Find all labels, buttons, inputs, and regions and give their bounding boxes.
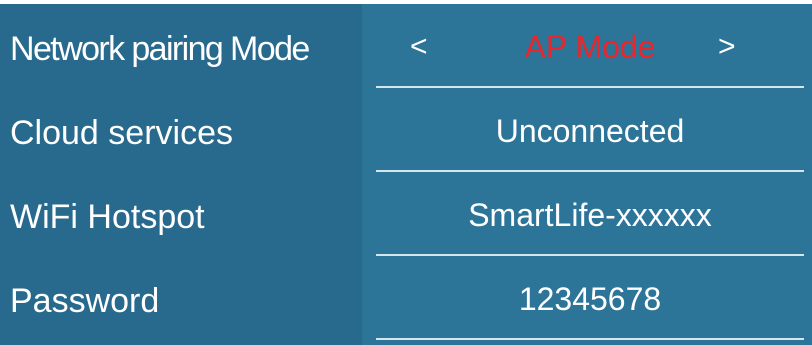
cloud-services-label: Cloud services xyxy=(10,114,233,152)
network-pairing-mode-value: AP Mode xyxy=(524,29,656,65)
network-pairing-mode-selector[interactable]: < AP Mode > xyxy=(376,8,804,88)
cloud-services-status: Unconnected xyxy=(495,113,685,149)
wifi-hotspot-label: WiFi Hotspot xyxy=(10,198,205,236)
password-field: 12345678 xyxy=(376,260,804,340)
network-pairing-mode-label: Network pairing Mode xyxy=(10,30,310,68)
wifi-hotspot-value: SmartLife-xxxxxx xyxy=(468,197,712,233)
network-settings-panel: Network pairing Mode < AP Mode > Cloud s… xyxy=(0,4,812,345)
next-mode-arrow[interactable]: > xyxy=(718,8,736,86)
password-row: Password 12345678 xyxy=(0,260,812,342)
network-pairing-mode-row: Network pairing Mode < AP Mode > xyxy=(0,8,812,90)
wifi-hotspot-row: WiFi Hotspot SmartLife-xxxxxx xyxy=(0,176,812,258)
cloud-services-row: Cloud services Unconnected xyxy=(0,92,812,174)
password-label: Password xyxy=(10,282,160,320)
password-value: 12345678 xyxy=(518,281,662,317)
wifi-hotspot-field: SmartLife-xxxxxx xyxy=(376,176,804,256)
cloud-services-field: Unconnected xyxy=(376,92,804,172)
